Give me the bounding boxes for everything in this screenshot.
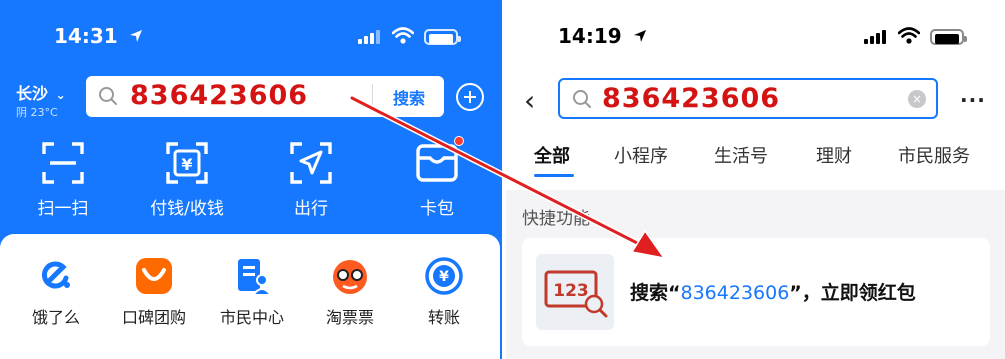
app-grid-card: 饿了么 口碑团购 市民中心 淘票票 ¥ 转账 bbox=[0, 234, 500, 359]
quick-action-travel[interactable]: 出行 bbox=[256, 140, 366, 219]
thumb-text: 123 bbox=[553, 281, 589, 301]
section-title: 快捷功能 bbox=[522, 209, 590, 229]
search-query[interactable]: 836423606 bbox=[602, 83, 780, 114]
pay-icon: ¥ bbox=[164, 140, 210, 186]
tab-life-accounts[interactable]: 生活号 bbox=[714, 142, 768, 168]
city-selector[interactable]: 长沙 ⌄ bbox=[16, 80, 66, 104]
app-label: 市民中心 bbox=[219, 308, 284, 327]
app-taopiaopiao[interactable]: 淘票票 bbox=[300, 256, 400, 328]
quick-action-label: 付钱/收钱 bbox=[150, 199, 224, 219]
location-arrow-icon bbox=[129, 24, 143, 48]
quick-action-pay[interactable]: ¥ 付钱/收钱 bbox=[132, 140, 242, 219]
signal-icon bbox=[358, 30, 380, 44]
tab-citizen-services[interactable]: 市民服务 bbox=[898, 142, 970, 168]
search-input[interactable]: 836423606 × bbox=[558, 78, 938, 119]
quick-action-label: 出行 bbox=[294, 199, 328, 219]
card-wallet-icon bbox=[414, 136, 464, 186]
koubei-icon bbox=[134, 256, 174, 296]
location-arrow-icon bbox=[633, 24, 647, 48]
transfer-icon: ¥ bbox=[424, 256, 464, 296]
quick-action-scan[interactable]: 扫一扫 bbox=[8, 140, 118, 219]
notification-dot bbox=[454, 136, 464, 146]
result-text: 搜索“836423606”，立即领红包 bbox=[630, 278, 916, 305]
screenshot-root: 14:31 长沙 ⌄ 阴 23°C 836423606 搜索 扫一扫 ¥ 付钱/… bbox=[0, 0, 1005, 359]
app-label: 饿了么 bbox=[31, 308, 80, 327]
home-search-query[interactable]: 836423606 bbox=[130, 80, 308, 111]
wifi-icon bbox=[897, 27, 921, 49]
quick-action-label: 扫一扫 bbox=[37, 199, 89, 219]
signal-icon bbox=[864, 30, 886, 44]
battery-icon bbox=[424, 29, 461, 45]
app-koubei[interactable]: 口碑团购 bbox=[104, 256, 204, 328]
svg-text:¥: ¥ bbox=[181, 155, 192, 174]
app-label: 口碑团购 bbox=[121, 308, 186, 327]
search-divider bbox=[372, 84, 373, 109]
status-time-text: 14:31 bbox=[54, 24, 118, 48]
home-screen: 14:31 长沙 ⌄ 阴 23°C 836423606 搜索 扫一扫 ¥ 付钱/… bbox=[0, 0, 502, 359]
citizen-center-icon bbox=[232, 256, 272, 296]
back-icon[interactable]: ‹ bbox=[524, 84, 535, 117]
city-name: 长沙 bbox=[16, 84, 49, 103]
add-icon[interactable] bbox=[456, 83, 484, 111]
app-eleme[interactable]: 饿了么 bbox=[6, 256, 106, 328]
search-icon bbox=[99, 87, 117, 105]
clear-icon[interactable]: × bbox=[908, 90, 926, 108]
quick-function-result[interactable]: 123 搜索“836423606”，立即领红包 bbox=[522, 238, 990, 346]
result-thumbnail: 123 bbox=[536, 254, 614, 330]
battery-icon bbox=[930, 29, 967, 45]
app-citizen-center[interactable]: 市民中心 bbox=[202, 256, 302, 328]
tab-all[interactable]: 全部 bbox=[534, 142, 570, 168]
svg-text:¥: ¥ bbox=[439, 269, 449, 285]
search-results-screen: 14:19 ‹ 836423606 × ··· 全部 小程序 生活号 理财 市民… bbox=[506, 0, 1005, 359]
result-highlight: 836423606 bbox=[680, 282, 790, 304]
result-suffix: ”，立即领红包 bbox=[789, 282, 916, 304]
quick-action-card-wallet[interactable]: 卡包 bbox=[382, 136, 492, 219]
status-bar: 14:31 bbox=[0, 24, 502, 54]
status-time: 14:19 bbox=[558, 24, 647, 48]
chevron-down-icon: ⌄ bbox=[55, 88, 66, 102]
status-bar: 14:19 bbox=[506, 24, 1005, 54]
active-tab-indicator bbox=[534, 174, 574, 177]
app-label: 淘票票 bbox=[325, 308, 374, 327]
home-search-bar[interactable]: 836423606 搜索 bbox=[86, 76, 444, 117]
status-time-text: 14:19 bbox=[558, 24, 622, 48]
travel-icon bbox=[288, 140, 334, 186]
search-button[interactable]: 搜索 bbox=[378, 85, 440, 109]
taopiaopiao-icon bbox=[330, 256, 370, 296]
status-time: 14:31 bbox=[54, 24, 143, 48]
more-icon[interactable]: ··· bbox=[960, 88, 986, 112]
scan-icon bbox=[40, 140, 86, 186]
search-icon bbox=[573, 90, 591, 108]
weather-text: 阴 23°C bbox=[16, 106, 58, 119]
wifi-icon bbox=[391, 27, 415, 49]
quick-action-label: 卡包 bbox=[420, 199, 454, 219]
number-search-icon: 123 bbox=[544, 270, 608, 318]
app-transfer[interactable]: ¥ 转账 bbox=[394, 256, 494, 328]
result-prefix: 搜索“ bbox=[630, 282, 681, 304]
tab-wealth[interactable]: 理财 bbox=[816, 142, 852, 168]
tab-mini-programs[interactable]: 小程序 bbox=[614, 142, 668, 168]
app-label: 转账 bbox=[427, 308, 460, 327]
eleme-icon bbox=[36, 256, 76, 296]
